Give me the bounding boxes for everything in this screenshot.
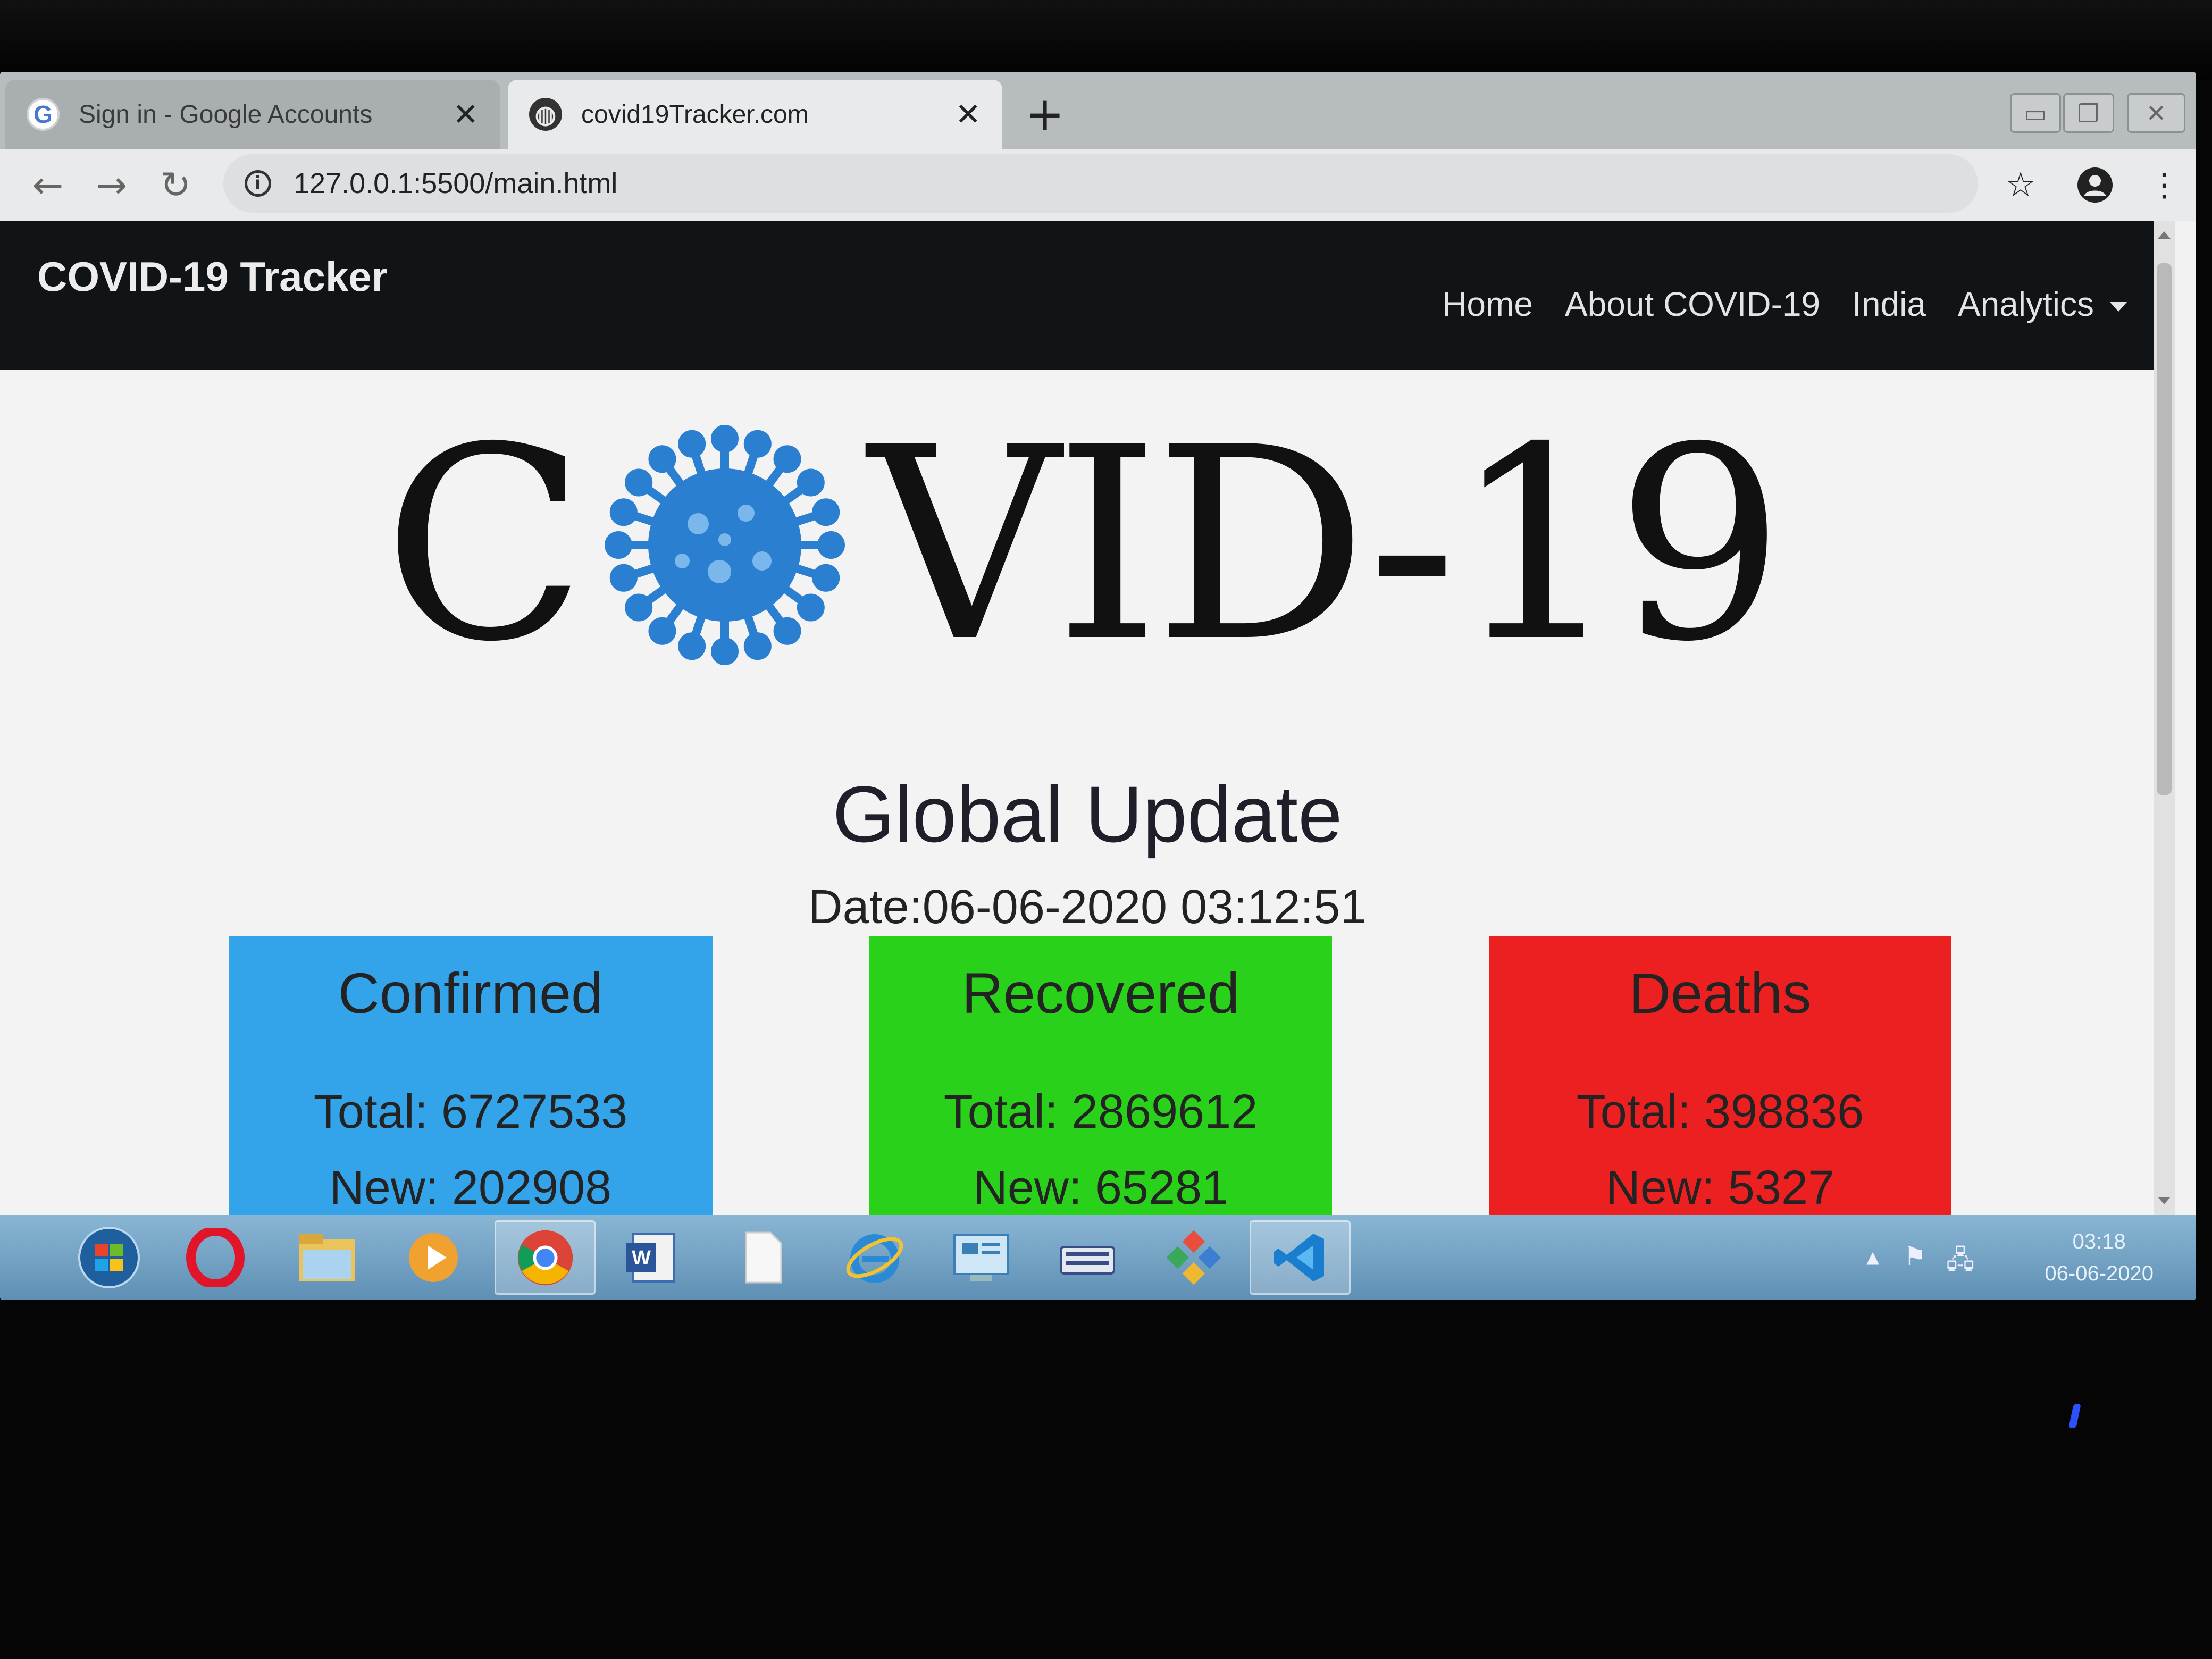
paint-icon[interactable] <box>1143 1220 1244 1295</box>
global-update-title: Global Update <box>832 769 1343 859</box>
site-brand[interactable]: COVID-19 Tracker <box>37 253 388 301</box>
google-g-icon: G <box>27 98 60 131</box>
word-icon[interactable]: W <box>601 1220 702 1295</box>
show-hidden-icons-icon[interactable]: ▴ <box>1866 1242 1879 1271</box>
card-total: Total: 2869612 <box>943 1085 1258 1138</box>
card-title: Recovered <box>961 961 1240 1025</box>
monitor-power-led <box>2068 1404 2081 1428</box>
svg-text:W: W <box>632 1247 651 1269</box>
close-icon[interactable]: ✕ <box>955 96 981 132</box>
tab-title: Sign in - Google Accounts <box>79 100 373 129</box>
logo-letter-c: C <box>383 390 586 700</box>
card-total: Total: 6727533 <box>313 1085 628 1138</box>
covid-logo: C VID-19 <box>383 390 1819 700</box>
media-player-icon[interactable] <box>383 1220 484 1295</box>
card-new: New: 65281 <box>973 1161 1229 1214</box>
reload-icon[interactable]: ↻ <box>154 164 197 206</box>
scroll-up-arrow-icon[interactable] <box>2158 231 2171 239</box>
back-arrow-icon[interactable]: ← <box>27 164 69 206</box>
nav-india[interactable]: India <box>1852 284 1926 324</box>
scroll-down-arrow-icon[interactable] <box>2158 1197 2171 1204</box>
logo-text-vid-19: VID-19 <box>868 390 1785 700</box>
minimize-button[interactable]: ▭ <box>2010 93 2061 133</box>
windows-taskbar: W ▴ ⚑ 🖧 03:18 06-06-2020 <box>0 1215 2196 1300</box>
nav-analytics-dropdown[interactable]: Analytics <box>1958 284 2127 324</box>
control-panel-icon[interactable] <box>931 1220 1032 1295</box>
internet-explorer-icon[interactable] <box>824 1220 925 1295</box>
virus-icon <box>604 425 845 665</box>
tab-google-sign-in[interactable]: G Sign in - Google Accounts ✕ <box>5 80 500 149</box>
nav-analytics-label: Analytics <box>1957 285 2094 323</box>
bookmark-star-icon[interactable]: ☆ <box>1999 164 2042 206</box>
system-tray: ▴ ⚑ 🖧 03:18 06-06-2020 <box>1856 1215 2175 1300</box>
nav-home[interactable]: Home <box>1442 284 1533 324</box>
scrollbar-thumb[interactable] <box>2157 263 2172 795</box>
card-new: New: 5327 <box>1605 1161 1835 1214</box>
address-bar[interactable]: i <box>223 154 1978 213</box>
card-title: Deaths <box>1629 961 1812 1025</box>
browser-tab-bar: G Sign in - Google Accounts ✕ ◍ covid19T… <box>0 72 2196 149</box>
close-icon[interactable]: ✕ <box>453 96 479 132</box>
browser-toolbar: ← → ↻ i ☆ ⋮ <box>0 149 2196 221</box>
page-scrollbar[interactable] <box>2154 221 2175 1215</box>
restore-button[interactable]: ❐ <box>2063 93 2114 133</box>
site-navbar: COVID-19 Tracker Home About COVID-19 Ind… <box>0 221 2175 370</box>
menu-kebab-icon[interactable]: ⋮ <box>2143 164 2185 206</box>
url-input[interactable] <box>292 166 1358 200</box>
close-window-button[interactable]: ✕ <box>2127 93 2185 133</box>
file-icon[interactable] <box>713 1220 814 1295</box>
nav-links: Home About COVID-19 India Analytics <box>1442 284 2127 324</box>
card-new: New: 202908 <box>329 1161 612 1214</box>
profile-avatar-icon[interactable] <box>2074 164 2116 206</box>
vscode-icon[interactable] <box>1250 1220 1351 1295</box>
clock-time: 03:18 <box>2072 1230 2126 1253</box>
forward-arrow-icon[interactable]: → <box>90 164 133 206</box>
network-icon[interactable]: 🖧 <box>1946 1242 1975 1285</box>
nav-about-covid[interactable]: About COVID-19 <box>1565 284 1820 324</box>
monitor-bezel <box>0 0 2212 80</box>
opera-icon[interactable] <box>165 1220 266 1295</box>
recovered-card: Recovered Total: 2869612 New: 65281 <box>869 936 1332 1215</box>
info-icon[interactable]: i <box>245 170 271 197</box>
caret-down-icon <box>2110 302 2127 312</box>
action-center-flag-icon[interactable]: ⚑ <box>1904 1242 1926 1271</box>
folder-icon[interactable] <box>276 1220 378 1295</box>
monitor-screen: G Sign in - Google Accounts ✕ ◍ covid19T… <box>0 72 2196 1300</box>
new-tab-button[interactable]: + <box>1021 90 1069 138</box>
card-total: Total: 398836 <box>1576 1085 1864 1138</box>
tab-covid19tracker[interactable]: ◍ covid19Tracker.com ✕ <box>508 80 1002 149</box>
clock-date: 06-06-2020 <box>2045 1262 2154 1285</box>
windows-start-icon[interactable] <box>58 1220 160 1295</box>
globe-icon: ◍ <box>529 98 562 131</box>
confirmed-card: Confirmed Total: 6727533 New: 202908 <box>229 936 713 1215</box>
update-date: Date:06-06-2020 03:12:51 <box>808 881 1367 934</box>
taskbar-clock[interactable]: 03:18 06-06-2020 <box>2045 1226 2154 1289</box>
deaths-card: Deaths Total: 398836 New: 5327 <box>1489 936 1951 1215</box>
card-title: Confirmed <box>338 961 604 1025</box>
keyboard-icon[interactable] <box>1037 1220 1138 1295</box>
chrome-icon[interactable] <box>495 1220 596 1295</box>
web-page: COVID-19 Tracker Home About COVID-19 Ind… <box>0 221 2175 1215</box>
tab-title: covid19Tracker.com <box>581 100 809 129</box>
